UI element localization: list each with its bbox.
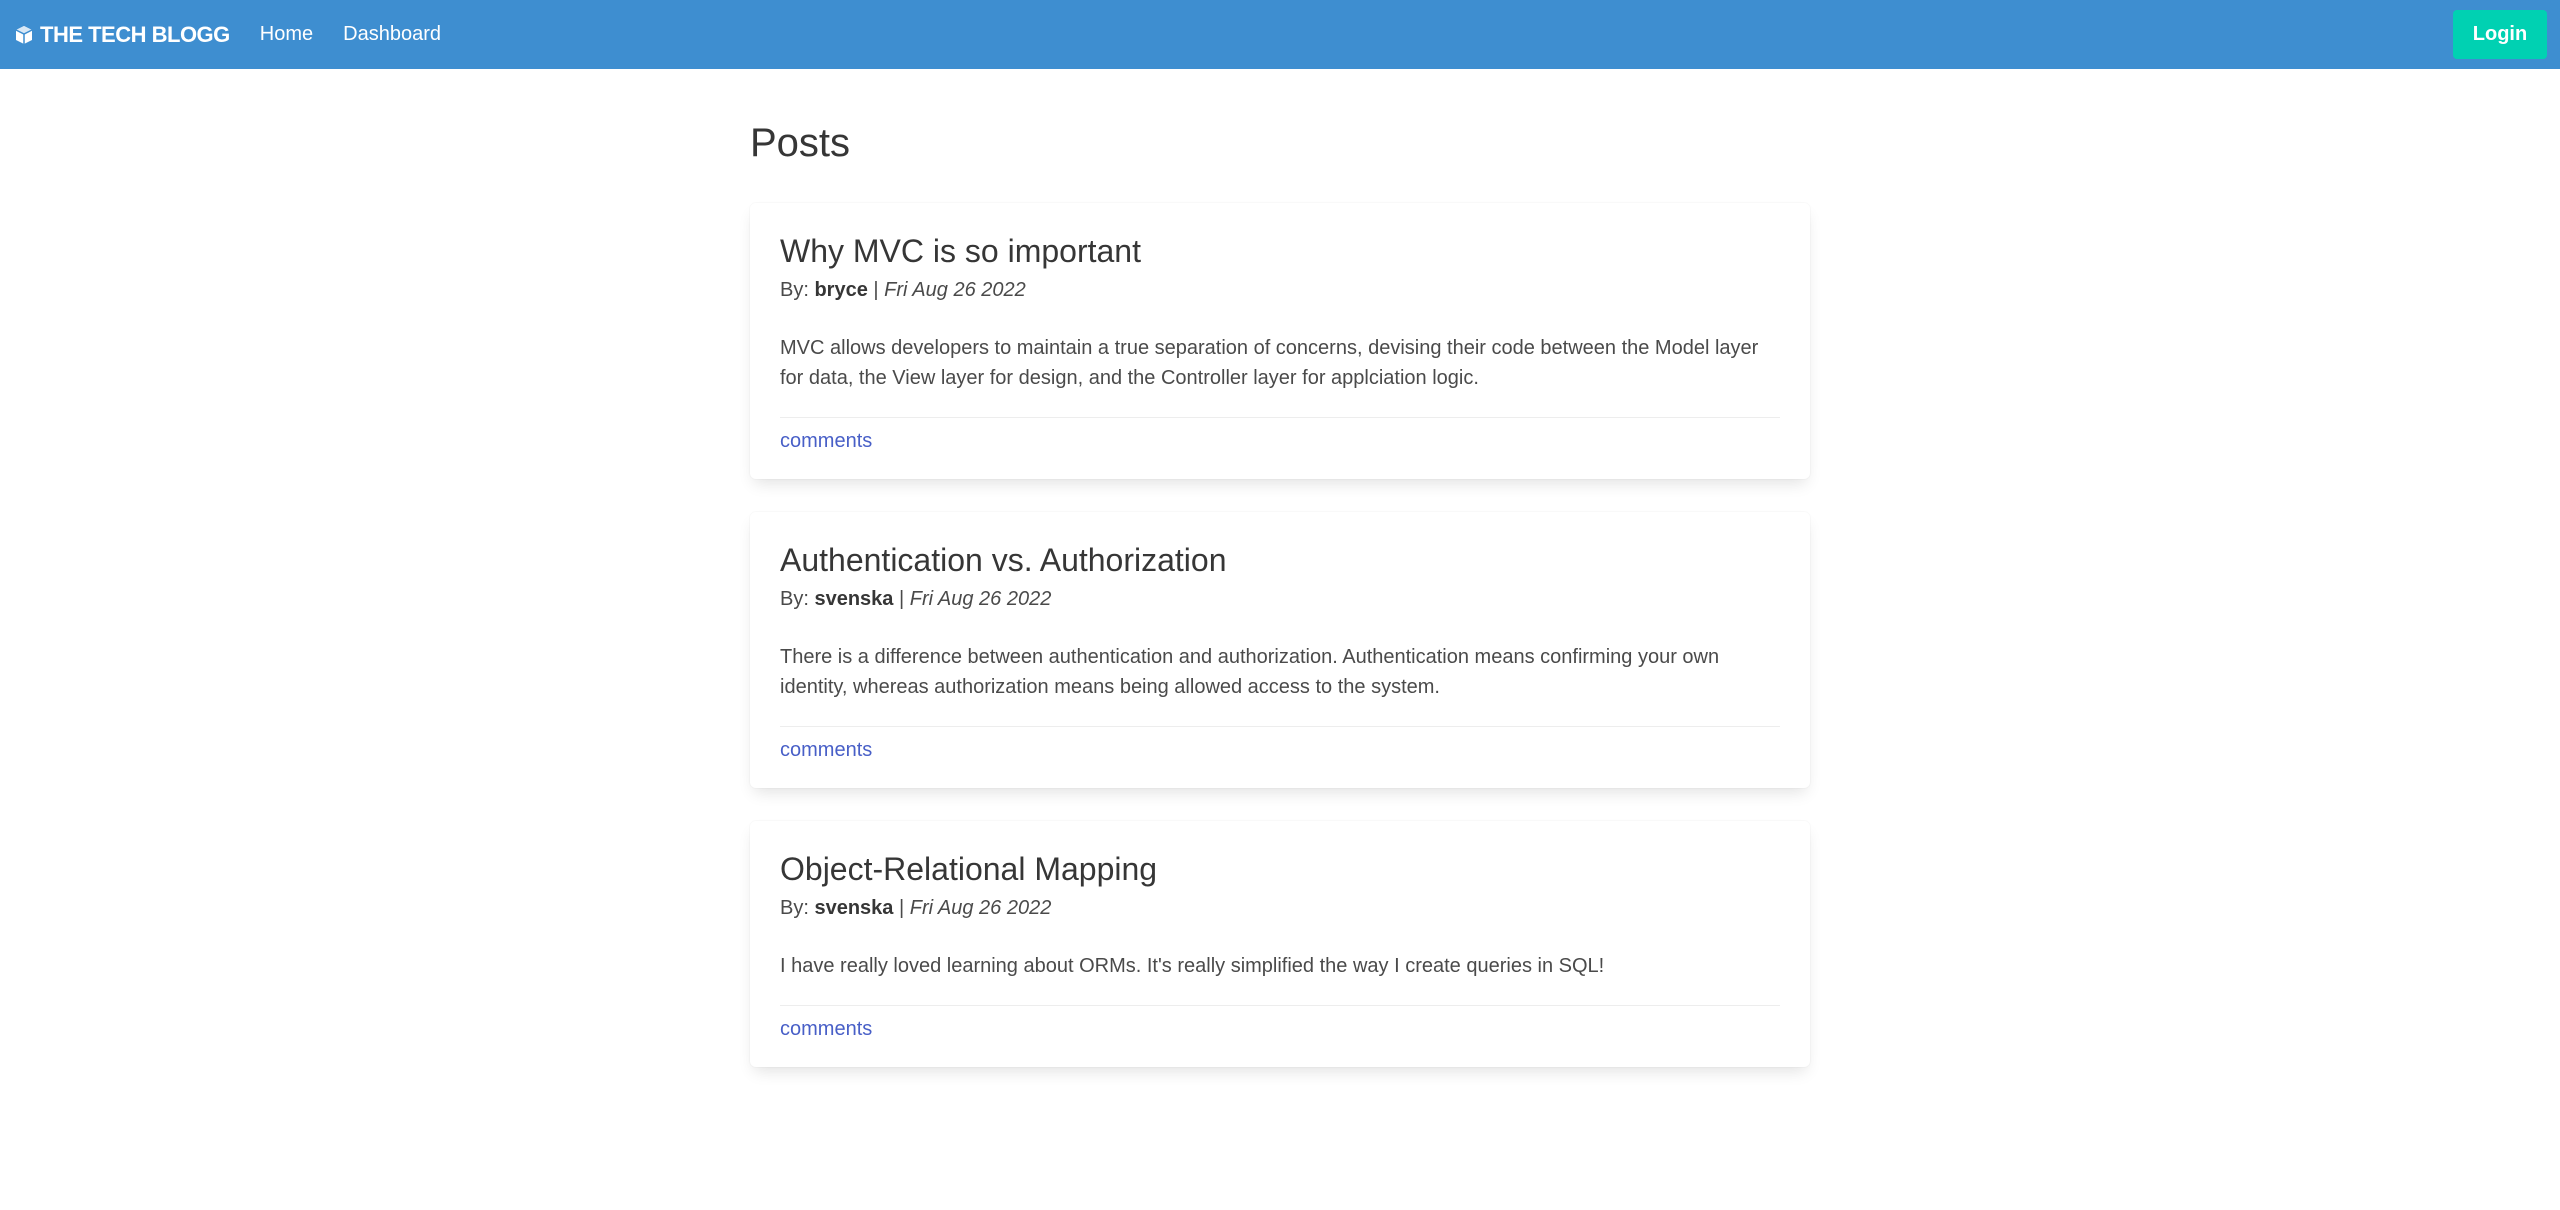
post-card: Why MVC is so important By: bryce | Fri … (750, 203, 1810, 479)
post-byline: By: bryce | Fri Aug 26 2022 (780, 277, 1780, 303)
byline-separator: | (899, 897, 905, 919)
byline-separator: | (873, 279, 879, 301)
by-prefix: By: (780, 279, 809, 301)
main-content: Posts Why MVC is so important By: bryce … (750, 69, 1810, 1100)
post-date: Fri Aug 26 2022 (909, 897, 1052, 919)
brand-label: THE TECH BLOGG (40, 21, 230, 47)
post-author: bryce (814, 279, 868, 301)
login-button[interactable]: Login (2453, 10, 2547, 59)
comments-link[interactable]: comments (780, 739, 872, 762)
post-title[interactable]: Why MVC is so important (780, 231, 1780, 271)
page-title: Posts (750, 121, 851, 165)
post-title[interactable]: Authentication vs. Authorization (780, 540, 1780, 580)
post-list: Why MVC is so important By: bryce | Fri … (750, 203, 1810, 1067)
nav-dashboard-link[interactable]: Dashboard (343, 23, 441, 46)
byline-separator: | (899, 588, 905, 610)
comments-link[interactable]: comments (780, 1018, 872, 1041)
post-title[interactable]: Object-Relational Mapping (780, 849, 1780, 889)
post-author: svenska (814, 897, 894, 919)
post-author: svenska (814, 588, 894, 610)
post-byline: By: svenska | Fri Aug 26 2022 (780, 586, 1780, 612)
post-date: Fri Aug 26 2022 (884, 279, 1026, 301)
by-prefix: By: (780, 897, 809, 919)
by-prefix: By: (780, 588, 809, 610)
post-byline: By: svenska | Fri Aug 26 2022 (780, 895, 1780, 921)
comments-link[interactable]: comments (780, 430, 872, 453)
post-body: I have really loved learning about ORMs.… (780, 951, 1780, 1006)
post-date: Fri Aug 26 2022 (909, 588, 1052, 610)
cube-icon (15, 25, 33, 44)
nav-home-link[interactable]: Home (260, 23, 313, 46)
post-card: Authentication vs. Authorization By: sve… (750, 512, 1810, 788)
brand-link[interactable]: THE TECH BLOGG (14, 22, 230, 48)
post-body: MVC allows developers to maintain a true… (780, 333, 1780, 418)
post-card: Object-Relational Mapping By: svenska | … (750, 821, 1810, 1067)
post-body: There is a difference between authentica… (780, 642, 1780, 727)
navbar: THE TECH BLOGG Home Dashboard Login (0, 0, 2560, 69)
